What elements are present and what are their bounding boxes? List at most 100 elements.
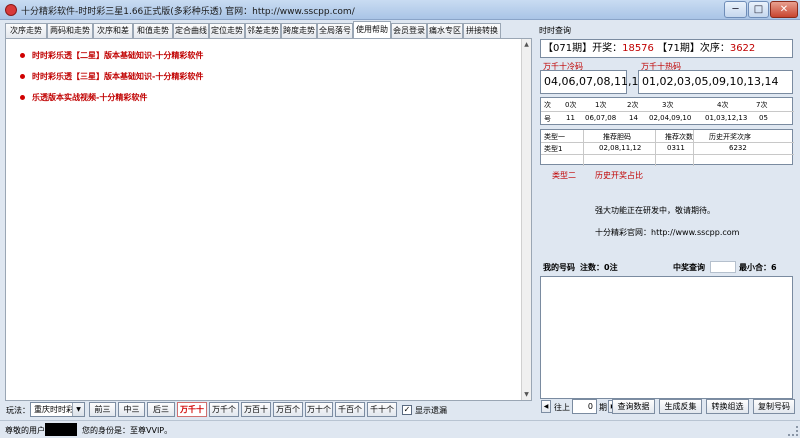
type2-label: 类型二	[552, 171, 576, 180]
tab-global-drop[interactable]: 全局落号	[317, 23, 353, 38]
table-header-cell: 4次	[717, 101, 729, 109]
tab-splice-convert[interactable]: 拼接转换	[463, 23, 501, 38]
table-cell: 号	[544, 115, 551, 123]
play-button-qbg[interactable]: 千百个	[335, 402, 365, 417]
play-select-value: 重庆时时彩	[34, 405, 74, 414]
play-button-wqs[interactable]: 万千十	[177, 402, 207, 417]
play-button-wbs[interactable]: 万百十	[241, 402, 271, 417]
status-bar: 尊敬的用户 您的身份是：至尊VVIP。	[0, 420, 800, 438]
table-header-cell: 7次	[756, 101, 768, 109]
check-input[interactable]	[710, 261, 736, 273]
period-suffix: 期	[599, 403, 607, 412]
scroll-down-icon[interactable]: ▼	[522, 390, 531, 399]
window-title: 十分精彩软件-时时彩三星1.66正式版(多彩种乐透) 官网：http://www…	[21, 7, 355, 17]
prev-input[interactable]: 0	[572, 399, 597, 414]
play-button-qsg[interactable]: 千十个	[367, 402, 397, 417]
tab-special-zone[interactable]: 痛水专区	[427, 23, 463, 38]
play-button-front3[interactable]: 前三	[89, 402, 116, 417]
table-cell: 类型1	[544, 145, 563, 153]
show-omission-checkbox[interactable]: ✓	[402, 405, 412, 415]
status-greeting: 尊敬的用户	[5, 426, 45, 435]
vertical-scrollbar[interactable]: ▲ ▼	[521, 39, 531, 400]
tab-span-trend[interactable]: 跨度走势	[281, 23, 317, 38]
maximize-button[interactable]: □	[748, 1, 769, 18]
tab-fixed-curve[interactable]: 定合曲线	[173, 23, 209, 38]
bullet-icon	[20, 74, 25, 79]
table-header-cell: 2次	[627, 101, 639, 109]
spin-left-icon[interactable]: ◀	[541, 400, 551, 413]
convert-group-button[interactable]: 转换组选	[706, 399, 749, 414]
show-omission-label: 显示遗漏	[415, 406, 447, 415]
resize-grip-icon[interactable]	[788, 426, 798, 436]
close-button[interactable]: ✕	[770, 1, 798, 18]
info-panel: 类型二 历史开奖占比 强大功能正在研发中，敬请期待。 十分精彩官网：http:/…	[540, 165, 793, 258]
my-numbers-label: 我的号码	[543, 263, 575, 272]
query-data-button[interactable]: 查询数据	[612, 399, 655, 414]
play-bar: 玩法： 重庆时时彩 ▼ 前三 中三 后三 万千十 万千个 万百十 万百个 万十个…	[0, 401, 532, 419]
scroll-up-icon[interactable]: ▲	[522, 40, 531, 49]
table-header-cell: 推荐次数	[665, 133, 693, 141]
play-button-wqg[interactable]: 万千个	[209, 402, 239, 417]
tab-help[interactable]: 使用帮助	[353, 21, 391, 38]
play-button-mid3[interactable]: 中三	[118, 402, 145, 417]
help-link-three-star[interactable]: 时时彩乐透【三星】版本基础知识-十分精彩软件	[32, 71, 203, 82]
table-divider	[583, 130, 584, 166]
table-cell: 06,07,08	[585, 114, 617, 122]
play-select[interactable]: 重庆时时彩 ▼	[30, 402, 85, 417]
query-toolbar: ◀ 往上 0 期 ▶ 查询数据 生成反集 转换组选 复制号码	[537, 398, 796, 416]
copy-numbers-button[interactable]: 复制号码	[753, 399, 795, 414]
status-identity: 您的身份是：至尊VVIP。	[82, 426, 173, 435]
table-cell: 0311	[667, 144, 685, 152]
table-divider	[655, 130, 656, 166]
cold-numbers: 04,06,07,08,11,12	[540, 70, 645, 94]
issue-display: 【071期】开奖：18576 【71期】次序：3622	[540, 39, 793, 58]
table-cell: 11	[566, 114, 575, 122]
table-divider	[541, 154, 794, 155]
title-bar: 十分精彩软件-时时彩三星1.66正式版(多彩种乐透) 官网：http://www…	[0, 0, 800, 20]
history-label: 历史开奖占比	[595, 171, 643, 180]
table-divider	[541, 111, 794, 112]
table-header-cell: 推荐胆码	[603, 133, 631, 141]
hot-numbers: 01,02,03,05,09,10,13,14	[638, 70, 793, 94]
table-cell: 01,03,12,13	[705, 114, 748, 122]
tab-adjacent-diff[interactable]: 邻差走势	[245, 23, 281, 38]
table-header-cell: 1次	[595, 101, 607, 109]
tab-sequence-sum-diff[interactable]: 次序和差	[93, 23, 133, 38]
bullet-icon	[20, 53, 25, 58]
query-panel: 时时查询 【071期】开奖：18576 【71期】次序：3622 万千十冷码 0…	[537, 22, 796, 419]
table-header-cell: 类型一	[544, 133, 565, 141]
open-value: 18576	[622, 43, 654, 54]
tab-sequence-trend[interactable]: 次序走势	[5, 23, 47, 38]
my-numbers-panel: 我的号码 注数：0注 中奖查询 最小合：6	[540, 259, 793, 415]
play-button-wbg[interactable]: 万百个	[273, 402, 303, 417]
open-label: 】开奖：	[582, 43, 623, 54]
app-icon	[5, 4, 17, 16]
help-link-two-star[interactable]: 时时彩乐透【二星】版本基础知识-十分精彩软件	[32, 50, 203, 61]
help-link-video[interactable]: 乐透版本实战视频-十分精彩软件	[32, 92, 147, 103]
table-cell: 02,08,11,12	[599, 144, 642, 152]
tab-member-login[interactable]: 会员登录	[391, 23, 427, 38]
count-label: 注数：0注	[580, 263, 618, 272]
table-cell: 02,04,09,10	[649, 114, 692, 122]
play-button-wsg[interactable]: 万十个	[305, 402, 333, 417]
table-divider	[693, 130, 694, 166]
tab-two-code-sum[interactable]: 两码和走势	[47, 23, 93, 38]
tab-sum-trend[interactable]: 和值走势	[133, 23, 173, 38]
table-divider	[541, 142, 794, 143]
generate-inverse-button[interactable]: 生成反集	[659, 399, 702, 414]
table-header-cell: 0次	[565, 101, 577, 109]
minimize-button[interactable]: ─	[724, 1, 747, 18]
issue-prefix: 【	[543, 43, 553, 54]
table-header-cell: 3次	[662, 101, 674, 109]
my-numbers-textarea[interactable]	[540, 276, 793, 399]
username-redacted	[45, 423, 77, 436]
check-label: 中奖查询	[673, 263, 705, 272]
section-title: 时时查询	[539, 26, 571, 35]
bullet-icon	[20, 95, 25, 100]
prev-label: 往上	[554, 403, 570, 412]
table-header-cell: 历史开奖次序	[709, 133, 751, 141]
chevron-down-icon[interactable]: ▼	[72, 403, 84, 416]
recommend-table: 类型一 推荐胆码 推荐次数 历史开奖次序 类型1 02,08,11,12 031…	[540, 129, 794, 166]
play-button-back3[interactable]: 后三	[147, 402, 175, 417]
tab-position-trend[interactable]: 定位走势	[209, 23, 245, 38]
